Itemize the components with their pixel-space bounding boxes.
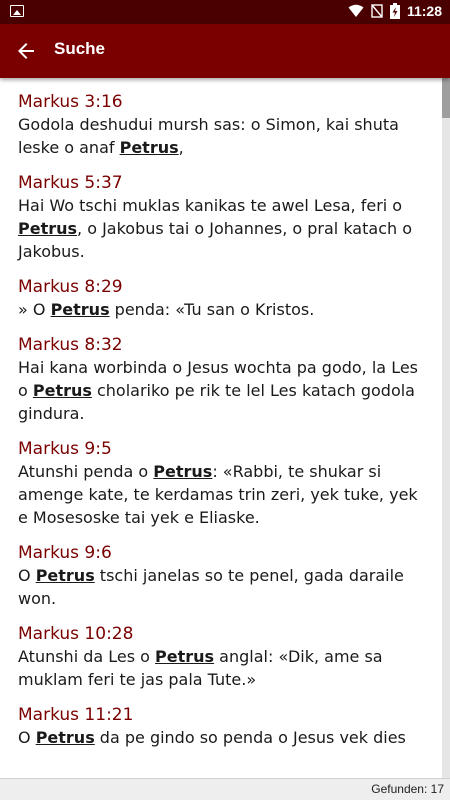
- verse-text-segment: O: [18, 566, 36, 585]
- verse-reference: Markus 3:16: [18, 92, 123, 112]
- result-item[interactable]: Markus 8:29» O Petrus penda: «Tu san o K…: [0, 276, 442, 321]
- verse-text: O Petrus tschi janelas so te penel, gada…: [18, 564, 424, 610]
- image-icon: [10, 5, 24, 17]
- verse-text: » O Petrus penda: «Tu san o Kristos.: [18, 298, 424, 321]
- result-item[interactable]: Markus 8:32 Hai kana worbinda o Jesus woc…: [0, 334, 442, 425]
- result-item[interactable]: Markus 11:21 O Petrus da pe gindo so pend…: [0, 704, 442, 749]
- verse-text-segment: ,: [178, 138, 184, 157]
- verse-reference: Markus 9:6: [18, 543, 112, 563]
- verse-reference: Markus 10:28: [18, 624, 134, 644]
- signal-off-icon: [371, 4, 383, 18]
- verse-text-segment: , o Jakobus tai o Johannes, o pral katac…: [18, 219, 412, 261]
- verse-text-segment: Godola deshudui mursh sas: o Simon, kai …: [18, 115, 399, 157]
- result-item[interactable]: Markus 5:37 Hai Wo tschi muklas kanikas t…: [0, 172, 442, 263]
- footer-bar: Gefunden: 17: [0, 778, 450, 800]
- verse-reference: Markus 9:5: [18, 439, 112, 459]
- highlighted-term: Petrus: [32, 381, 92, 400]
- verse-reference: Markus 11:21: [18, 705, 134, 725]
- verse-text: O Petrus da pe gindo so penda o Jesus ve…: [18, 726, 424, 749]
- verse-text: Hai Wo tschi muklas kanikas te awel Lesa…: [18, 194, 424, 263]
- verse-reference: Markus 5:37: [18, 173, 123, 193]
- verse-text-segment: Hai Wo tschi muklas kanikas te awel Lesa…: [18, 196, 403, 215]
- status-time: 11:28: [406, 3, 442, 19]
- result-item[interactable]: Markus 9:5 Atunshi penda o Petrus: «Rabbi…: [0, 438, 442, 529]
- verse-text-segment: Atunshi da Les o: [18, 647, 156, 666]
- verse-reference: Markus 8:32: [18, 335, 123, 355]
- page-title: Suche: [54, 39, 106, 58]
- highlighted-term: Petrus: [119, 138, 179, 157]
- battery-charging-icon: [389, 3, 400, 19]
- scrollbar[interactable]: [442, 78, 450, 778]
- status-icons: 11:28: [348, 3, 442, 19]
- verse-text-segment: » O: [18, 300, 51, 319]
- verse-text-segment: O: [18, 728, 36, 747]
- verse-text-segment: da pe gindo so penda o Jesus vek dies: [94, 728, 406, 747]
- highlighted-term: Petrus: [50, 300, 110, 319]
- verse-text: Godola deshudui mursh sas: o Simon, kai …: [18, 113, 424, 159]
- highlighted-term: Petrus: [155, 647, 215, 666]
- verse-reference: Markus 8:29: [18, 277, 123, 297]
- result-item[interactable]: Markus 10:28 Atunshi da Les o Petrus angl…: [0, 623, 442, 691]
- results-count: Gefunden: 17: [371, 782, 444, 796]
- status-bar: 11:28: [0, 0, 450, 24]
- app-bar: Suche: [0, 24, 450, 78]
- highlighted-term: Petrus: [35, 566, 95, 585]
- scrollbar-thumb[interactable]: [442, 78, 450, 118]
- verse-text-segment: Atunshi penda o: [18, 462, 154, 481]
- verse-text: Atunshi da Les o Petrus anglal: «Dik, am…: [18, 645, 424, 691]
- verse-text: Atunshi penda o Petrus: «Rabbi, te shuka…: [18, 460, 424, 529]
- verse-text-segment: penda: «Tu san o Kristos.: [109, 300, 315, 319]
- arrow-back-icon[interactable]: [14, 39, 38, 63]
- result-item[interactable]: Markus 9:6 O Petrus tschi janelas so te p…: [0, 542, 442, 610]
- highlighted-term: Petrus: [18, 219, 78, 238]
- search-results-list[interactable]: Markus 3:16 Godola deshudui mursh sas: o …: [0, 78, 442, 778]
- highlighted-term: Petrus: [35, 728, 95, 747]
- wifi-icon: [348, 4, 364, 17]
- result-item[interactable]: Markus 3:16 Godola deshudui mursh sas: o …: [0, 91, 442, 159]
- verse-text: Hai kana worbinda o Jesus wochta pa godo…: [18, 356, 424, 425]
- highlighted-term: Petrus: [153, 462, 213, 481]
